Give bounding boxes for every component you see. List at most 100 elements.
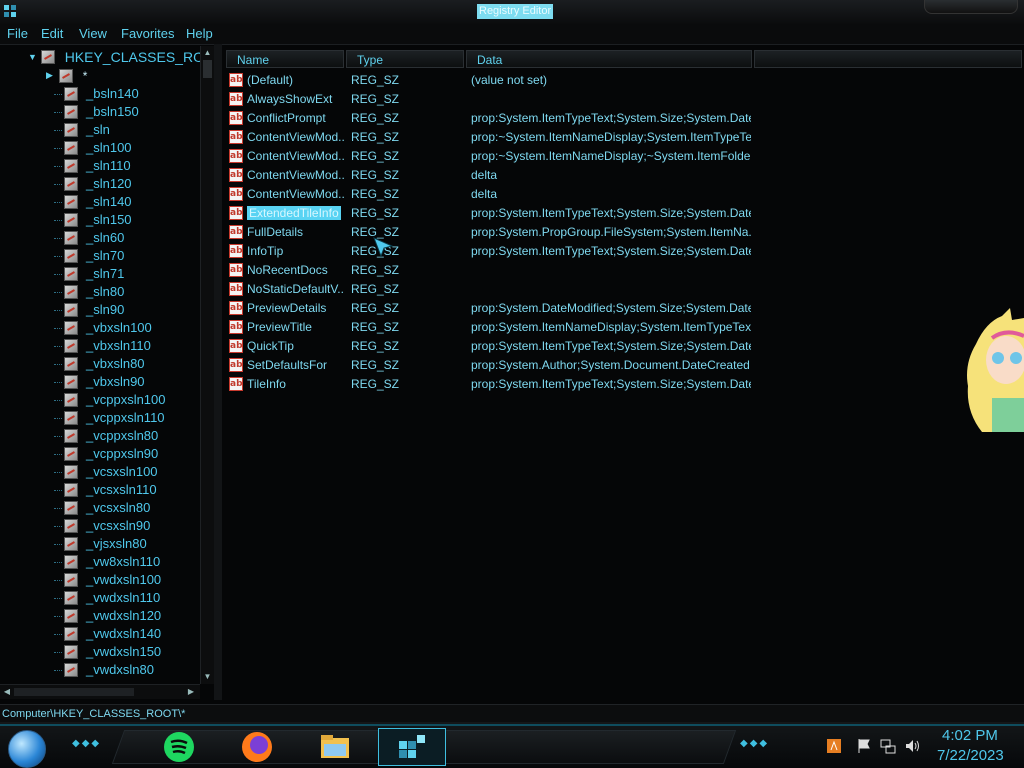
clock-time[interactable]: 4:02 PM xyxy=(942,727,998,744)
tree-item[interactable]: _sln60 xyxy=(54,230,124,248)
table-row[interactable]: ab ContentViewMod... REG_SZ prop:~System.It… xyxy=(222,148,1022,167)
tree-item[interactable]: _sln xyxy=(54,122,110,140)
value-name[interactable]: PreviewTitle xyxy=(247,320,345,334)
taskbar-active-app[interactable] xyxy=(378,728,446,766)
scroll-up-icon[interactable]: ▲ xyxy=(203,48,212,58)
menu-help[interactable]: Help xyxy=(186,26,213,41)
value-name[interactable]: ContentViewMod... xyxy=(247,168,345,182)
pane-splitter[interactable] xyxy=(214,44,222,700)
table-row[interactable]: ab SetDefaultsFor REG_SZ prop:System.Author… xyxy=(222,357,1022,376)
value-name[interactable]: (Default) xyxy=(247,73,345,87)
tree-item[interactable]: _sln150 xyxy=(54,212,132,230)
menu-edit[interactable]: Edit xyxy=(41,26,63,41)
value-name[interactable]: InfoTip xyxy=(247,244,345,258)
table-row[interactable]: ab ConflictPrompt REG_SZ prop:System.ItemTy… xyxy=(222,110,1022,129)
table-row[interactable]: ab QuickTip REG_SZ prop:System.ItemTypeText… xyxy=(222,338,1022,357)
clock-date[interactable]: 7/22/2023 xyxy=(937,747,1004,764)
scroll-thumb[interactable] xyxy=(203,60,212,78)
table-row[interactable]: ab AlwaysShowExt REG_SZ xyxy=(222,91,1022,110)
tree-item[interactable]: _vwdxsln140 xyxy=(54,626,161,644)
spotify-icon[interactable] xyxy=(162,730,196,764)
table-row[interactable]: ab ExtendedTileInfo REG_SZ prop:System.Item… xyxy=(222,205,1022,224)
value-name[interactable]: ContentViewMod... xyxy=(247,130,345,144)
tree-vertical-scrollbar[interactable]: ▲ ▼ xyxy=(200,46,214,684)
tree-item[interactable]: _vbxsln80 xyxy=(54,356,145,374)
value-name[interactable]: ContentViewMod... xyxy=(247,149,345,163)
table-row[interactable]: ab ContentViewMod... REG_SZ prop:~System.It… xyxy=(222,129,1022,148)
value-name[interactable]: ContentViewMod... xyxy=(247,187,345,201)
menu-favorites[interactable]: Favorites xyxy=(121,26,174,41)
tree-item[interactable]: _sln90 xyxy=(54,302,124,320)
window-controls[interactable] xyxy=(924,0,1018,14)
tree-item[interactable]: _vbxsln110 xyxy=(54,338,151,356)
scroll-thumb-horizontal[interactable] xyxy=(14,688,134,696)
column-header-type[interactable]: Type xyxy=(346,50,464,68)
tree-item[interactable]: _vcsxsln80 xyxy=(54,500,150,518)
menu-view[interactable]: View xyxy=(79,26,107,41)
tree-item[interactable]: _vbxsln100 xyxy=(54,320,152,338)
value-name[interactable]: ExtendedTileInfo xyxy=(247,206,341,220)
volume-icon[interactable] xyxy=(904,738,920,754)
tree-item[interactable]: _vcppxsln110 xyxy=(54,410,165,428)
value-name[interactable]: AlwaysShowExt xyxy=(247,92,345,106)
scroll-left-icon[interactable]: ◀ xyxy=(2,687,12,697)
tree-item[interactable]: _sln100 xyxy=(54,140,132,158)
tree-item[interactable]: _sln80 xyxy=(54,284,124,302)
tree-horizontal-scrollbar[interactable]: ◀ ▶ xyxy=(0,684,200,699)
scroll-right-icon[interactable]: ▶ xyxy=(186,687,196,697)
table-row[interactable]: ab NoRecentDocs REG_SZ xyxy=(222,262,1022,281)
collapse-icon[interactable]: ▼ xyxy=(28,52,38,62)
table-row[interactable]: ab TileInfo REG_SZ prop:System.ItemTypeText… xyxy=(222,376,1022,395)
value-name[interactable]: PreviewDetails xyxy=(247,301,345,315)
tree-item[interactable]: _vwdxsln100 xyxy=(54,572,161,590)
tree-item[interactable]: _vw8xsln110 xyxy=(54,554,160,572)
tree-item[interactable]: _vwdxsln150 xyxy=(54,644,161,662)
tree-root-item[interactable]: ▼ HKEY_CLASSES_ROOT xyxy=(28,49,204,67)
tree-item[interactable]: _sln120 xyxy=(54,176,132,194)
action-center-flag-icon[interactable] xyxy=(856,738,872,754)
value-name[interactable]: QuickTip xyxy=(247,339,345,353)
column-header-name[interactable]: Name xyxy=(226,50,344,68)
java-update-icon[interactable] xyxy=(826,738,842,754)
tree-item[interactable]: _vcppxsln100 xyxy=(54,392,166,410)
value-name[interactable]: NoRecentDocs xyxy=(247,263,345,277)
tree-item[interactable]: _vwdxsln110 xyxy=(54,590,160,608)
column-header-data[interactable]: Data xyxy=(466,50,752,68)
table-row[interactable]: ab PreviewDetails REG_SZ prop:System.DateMo… xyxy=(222,300,1022,319)
tree-item[interactable]: _sln140 xyxy=(54,194,132,212)
value-name[interactable]: ConflictPrompt xyxy=(247,111,345,125)
table-row[interactable]: ab NoStaticDefaultV... REG_SZ xyxy=(222,281,1022,300)
value-name[interactable]: TileInfo xyxy=(247,377,345,391)
table-row[interactable]: ab InfoTip REG_SZ prop:System.ItemTypeText;… xyxy=(222,243,1022,262)
tree-item[interactable]: _vcsxsln100 xyxy=(54,464,158,482)
tree-item[interactable]: _vwdxsln80 xyxy=(54,662,154,680)
table-row[interactable]: ab ContentViewMod... REG_SZ delta xyxy=(222,167,1022,186)
value-name[interactable]: NoStaticDefaultV... xyxy=(247,282,345,296)
start-button[interactable] xyxy=(8,730,46,768)
table-row[interactable]: ab PreviewTitle REG_SZ prop:System.ItemName… xyxy=(222,319,1022,338)
tree-item[interactable]: _bsln150 xyxy=(54,104,139,122)
table-row[interactable]: ab FullDetails REG_SZ prop:System.PropGroup… xyxy=(222,224,1022,243)
value-name[interactable]: SetDefaultsFor xyxy=(247,358,345,372)
tree-item[interactable]: _vcsxsln90 xyxy=(54,518,150,536)
value-name[interactable]: FullDetails xyxy=(247,225,345,239)
values-list-pane[interactable]: Name Type Data ab (Default) REG_SZ (value n… xyxy=(222,46,1024,700)
tree-item[interactable]: _vwdxsln120 xyxy=(54,608,161,626)
tree-item[interactable]: _vcppxsln90 xyxy=(54,446,158,464)
menu-file[interactable]: File xyxy=(7,26,28,41)
registry-app-icon[interactable] xyxy=(3,4,17,18)
file-explorer-icon[interactable] xyxy=(318,730,352,764)
tree-item[interactable]: _vbxsln90 xyxy=(54,374,145,392)
tree-item[interactable]: _sln70 xyxy=(54,248,124,266)
key-tree-pane[interactable]: ▼ HKEY_CLASSES_ROOT ▶ * _bsln140_bsln150… xyxy=(0,46,214,700)
network-icon[interactable] xyxy=(880,738,896,754)
tree-item[interactable]: _vjsxsln80 xyxy=(54,536,147,554)
tree-item[interactable]: _sln110 xyxy=(54,158,131,176)
firefox-icon[interactable] xyxy=(240,730,274,764)
table-row[interactable]: ab ContentViewMod... REG_SZ delta xyxy=(222,186,1022,205)
tree-item[interactable]: _vcsxsln110 xyxy=(54,482,157,500)
table-row[interactable]: ab (Default) REG_SZ (value not set) xyxy=(222,72,1022,91)
tree-item[interactable]: _vcppxsln80 xyxy=(54,428,158,446)
tree-item[interactable]: _bsln140 xyxy=(54,86,139,104)
tree-item[interactable]: _sln71 xyxy=(54,266,124,284)
